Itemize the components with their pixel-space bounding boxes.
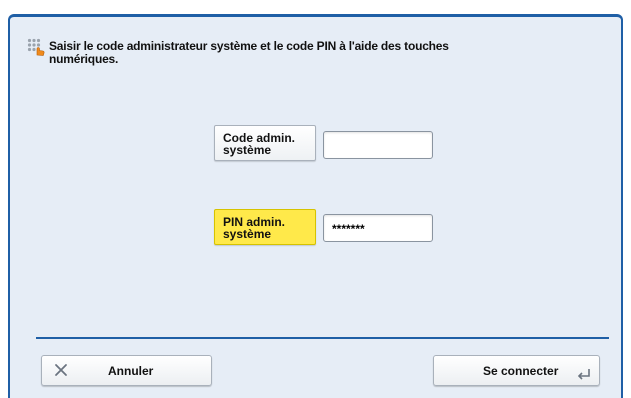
admin-code-label-button[interactable]: Code admin. système xyxy=(214,125,316,161)
connect-label: Se connecter xyxy=(483,364,559,378)
admin-pin-label-button[interactable]: PIN admin. système xyxy=(214,209,316,245)
admin-code-field[interactable] xyxy=(323,131,433,159)
enter-icon xyxy=(577,369,590,380)
instruction-text: Saisir le code administrateur système et… xyxy=(49,40,469,66)
close-icon xyxy=(55,364,67,376)
instruction-line-2: numériques. xyxy=(49,52,119,66)
cancel-button[interactable]: Annuler xyxy=(41,355,212,386)
login-screen: Saisir le code administrateur système et… xyxy=(0,0,631,398)
admin-pin-field[interactable]: ******* xyxy=(323,214,433,242)
admin-code-label-line-2: système xyxy=(223,143,272,157)
footer-divider xyxy=(36,337,609,339)
admin-pin-label-line-2: système xyxy=(223,227,272,241)
login-panel xyxy=(8,14,623,398)
connect-button[interactable]: Se connecter xyxy=(433,355,600,386)
cancel-label: Annuler xyxy=(108,364,154,378)
keypad-hand-icon xyxy=(27,38,45,56)
